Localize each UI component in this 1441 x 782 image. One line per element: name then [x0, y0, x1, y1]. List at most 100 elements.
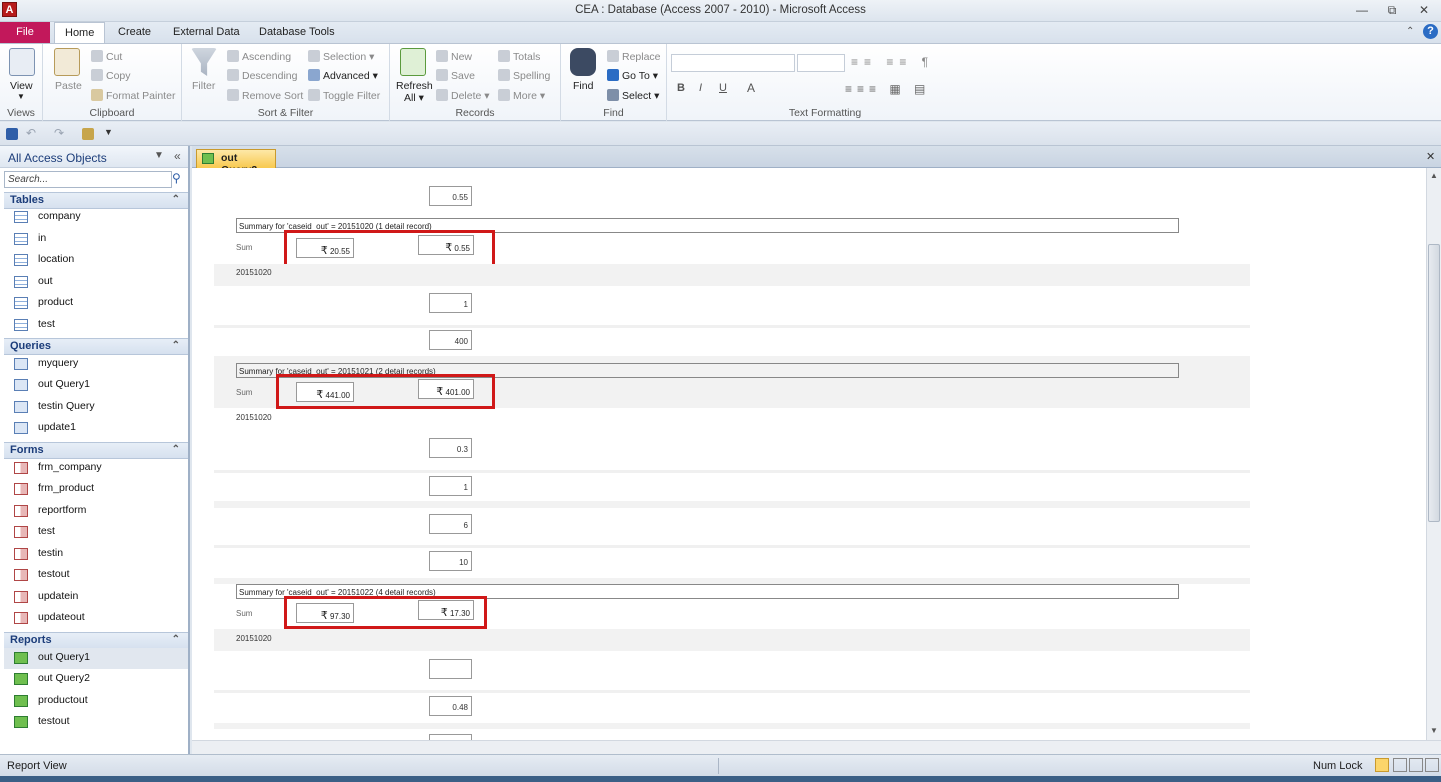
help-icon[interactable]: ?: [1423, 24, 1438, 39]
nav-item-form[interactable]: frm_product: [4, 479, 188, 500]
font-name-combo[interactable]: [671, 54, 795, 72]
section-forms[interactable]: Forms ⌃: [4, 442, 188, 459]
form-icon: [14, 612, 28, 624]
tab-database-tools[interactable]: Database Tools: [249, 22, 345, 43]
save-icon[interactable]: [6, 128, 18, 140]
delete-record-button[interactable]: Delete ▾: [436, 89, 490, 102]
copy-button[interactable]: Copy: [91, 69, 131, 82]
nav-item-form[interactable]: updatein: [4, 587, 188, 608]
replace-button[interactable]: Replace: [607, 50, 661, 63]
remove-sort-button[interactable]: Remove Sort: [227, 89, 303, 102]
vertical-scrollbar[interactable]: ▲ ▼: [1426, 168, 1441, 740]
close-document-icon[interactable]: ✕: [1426, 150, 1435, 163]
close-icon[interactable]: ✕: [1413, 2, 1435, 18]
undo-icon[interactable]: ↶: [26, 126, 36, 140]
report-view-icon[interactable]: [1375, 758, 1389, 772]
new-record-button[interactable]: New: [436, 50, 472, 63]
nav-item-report[interactable]: out Query1: [4, 648, 188, 669]
totals-button[interactable]: Totals: [498, 50, 540, 63]
nav-item-query[interactable]: out Query1: [4, 375, 188, 396]
nav-item-form[interactable]: frm_company: [4, 458, 188, 479]
nav-item-report[interactable]: testout: [4, 712, 188, 733]
italic-button[interactable]: I: [699, 82, 702, 94]
nav-item-form[interactable]: test: [4, 522, 188, 543]
redo-icon[interactable]: ↷: [54, 126, 64, 140]
collapse-icon[interactable]: ⌃: [172, 634, 180, 645]
underline-button[interactable]: U: [719, 82, 727, 94]
toggle-filter-button[interactable]: Toggle Filter: [308, 89, 380, 102]
section-reports[interactable]: Reports ⌃: [4, 632, 188, 649]
view-dropdown-icon[interactable]: ▼: [17, 92, 25, 101]
nav-item-report[interactable]: out Query2: [4, 669, 188, 690]
font-color-button[interactable]: A: [747, 81, 755, 95]
nav-item-table[interactable]: location: [4, 250, 188, 271]
minimize-ribbon-icon[interactable]: ⌃: [1406, 26, 1414, 37]
filter-button[interactable]: Filter: [192, 80, 215, 92]
report-view[interactable]: 0.55 Summary for 'caseid_out' = 20151020…: [192, 168, 1426, 740]
paste-button[interactable]: Paste: [55, 80, 82, 92]
scroll-thumb[interactable]: [1428, 244, 1440, 522]
detail-divider: [214, 545, 1250, 548]
nav-item-table[interactable]: product: [4, 293, 188, 314]
advanced-button[interactable]: Advanced ▾: [308, 69, 378, 82]
refresh-all-button[interactable]: Refresh: [396, 80, 433, 92]
advanced-filter-icon: [308, 69, 320, 81]
nav-item-query[interactable]: myquery: [4, 354, 188, 375]
nav-item-form[interactable]: updateout: [4, 608, 188, 629]
align-icons[interactable]: ≡≡≡ ▦ ▤: [845, 82, 930, 96]
refresh-all-sublabel[interactable]: All ▾: [404, 92, 424, 104]
collapse-icon[interactable]: ⌃: [172, 444, 180, 455]
search-icon[interactable]: ⚲: [172, 171, 181, 185]
scroll-down-icon[interactable]: ▼: [1430, 726, 1438, 735]
minimize-icon[interactable]: —: [1351, 2, 1373, 18]
nav-item-label: out Query1: [38, 378, 90, 390]
design-view-icon[interactable]: [1425, 758, 1439, 772]
nav-menu-chevron-icon[interactable]: ▼: [154, 150, 164, 161]
nav-item-form[interactable]: reportform: [4, 501, 188, 522]
goto-button[interactable]: Go To ▾: [607, 69, 658, 82]
select-button[interactable]: Select ▾: [607, 89, 659, 102]
font-size-combo[interactable]: [797, 54, 845, 72]
scroll-up-icon[interactable]: ▲: [1430, 171, 1438, 180]
collapse-icon[interactable]: ⌃: [172, 194, 180, 205]
tab-home[interactable]: Home: [54, 22, 106, 44]
nav-item-table[interactable]: in: [4, 229, 188, 250]
nav-item-query[interactable]: testin Query: [4, 397, 188, 418]
save-record-button[interactable]: Save: [436, 69, 475, 82]
nav-item-table[interactable]: company: [4, 207, 188, 228]
view-button[interactable]: View: [10, 80, 33, 92]
group-header-band: [214, 264, 1250, 286]
nav-item-table[interactable]: out: [4, 272, 188, 293]
nav-item-query[interactable]: update1: [4, 418, 188, 439]
section-queries[interactable]: Queries ⌃: [4, 338, 188, 355]
nav-header[interactable]: All Access Objects ▼ «: [0, 146, 188, 168]
more-button[interactable]: More ▾: [498, 89, 545, 102]
layout-view-icon[interactable]: [1409, 758, 1423, 772]
nav-item-form[interactable]: testout: [4, 565, 188, 586]
list-indent-icons[interactable]: ≡≡ ≡≡ ¶: [851, 55, 934, 69]
nav-item-report[interactable]: productout: [4, 691, 188, 712]
restore-icon[interactable]: ⧉: [1381, 2, 1403, 18]
print-preview-icon[interactable]: [1393, 758, 1407, 772]
qat-dropdown-icon[interactable]: ▼: [104, 127, 113, 137]
nav-item-table[interactable]: test: [4, 315, 188, 336]
spelling-button[interactable]: Spelling: [498, 69, 550, 82]
collapse-icon[interactable]: ⌃: [172, 340, 180, 351]
nav-item-form[interactable]: testin: [4, 544, 188, 565]
descending-button[interactable]: Descending: [227, 69, 297, 82]
ascending-button[interactable]: Ascending: [227, 50, 291, 63]
selection-button[interactable]: Selection ▾: [308, 50, 374, 63]
nav-search-input[interactable]: Search...: [4, 171, 172, 188]
format-painter-button[interactable]: Format Painter: [91, 89, 175, 102]
tab-external-data[interactable]: External Data: [163, 22, 250, 43]
shutter-bar-icon[interactable]: «: [174, 149, 181, 163]
tab-create[interactable]: Create: [108, 22, 161, 43]
bold-button[interactable]: B: [677, 82, 685, 94]
more-icon: [498, 89, 510, 101]
find-button[interactable]: Find: [573, 80, 593, 92]
customize-icon[interactable]: [82, 128, 94, 140]
document-tab[interactable]: out Query2: [196, 149, 276, 176]
detail-value: 6: [429, 514, 472, 534]
tab-file[interactable]: File: [0, 22, 50, 43]
cut-button[interactable]: Cut: [91, 50, 122, 63]
